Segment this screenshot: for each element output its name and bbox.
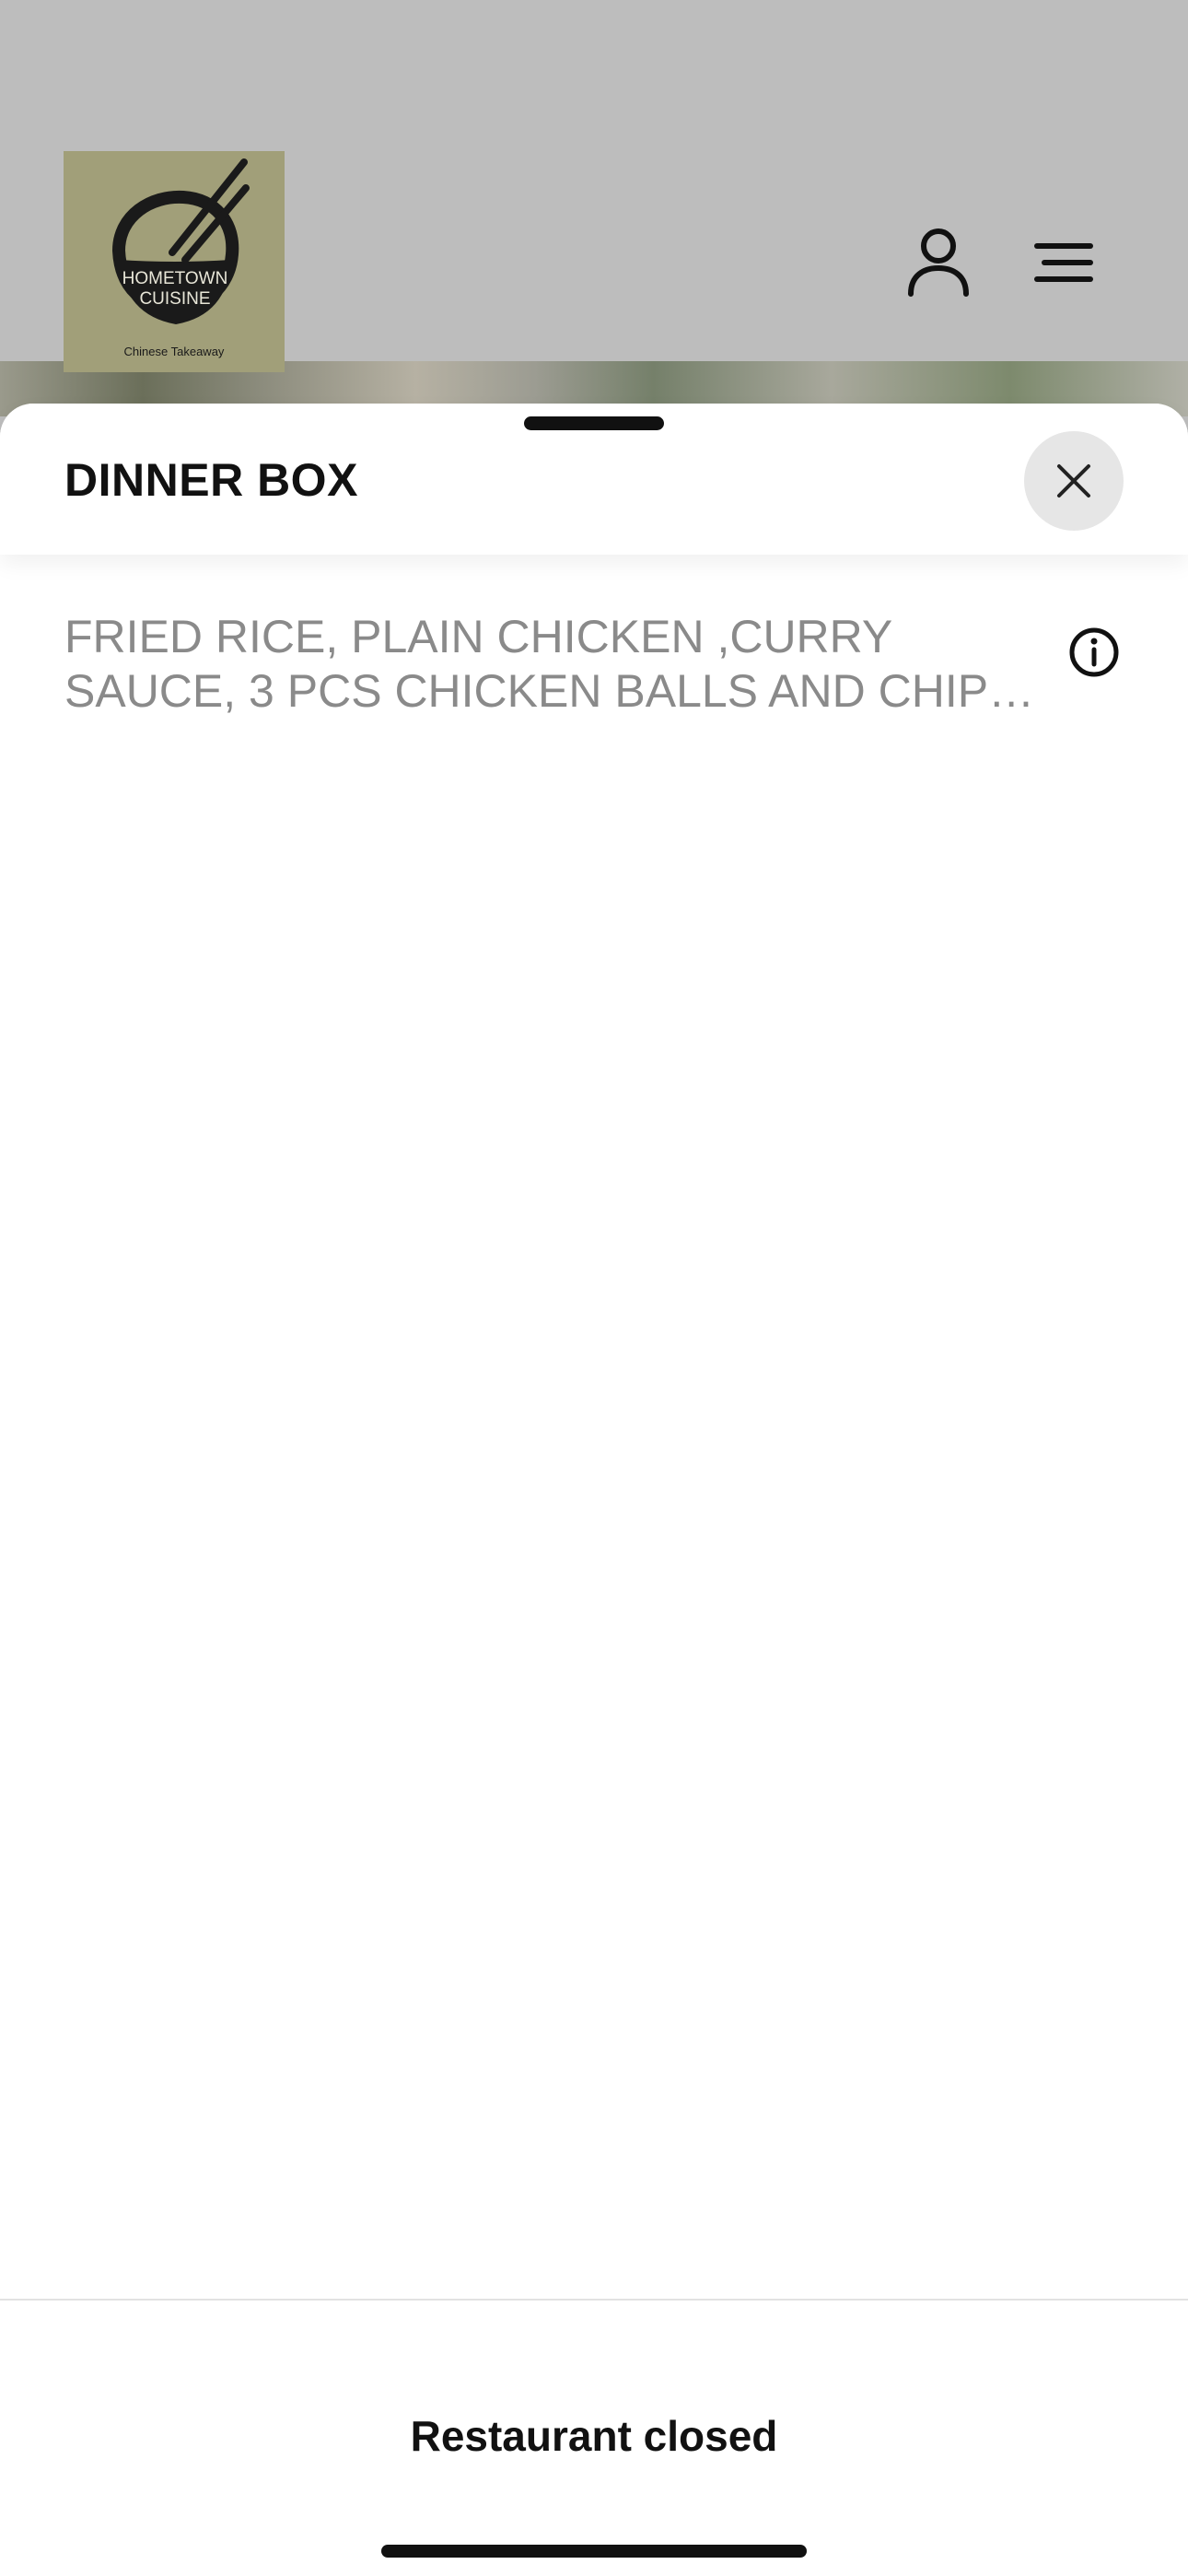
restaurant-logo[interactable]: HOMETOWN CUISINE Chinese Takeaway bbox=[64, 151, 285, 372]
logo-brand-line2: CUISINE bbox=[139, 289, 210, 309]
restaurant-status: Restaurant closed bbox=[410, 2412, 778, 2460]
item-title: DINNER BOX bbox=[64, 454, 358, 506]
logo-brand-line1: HOMETOWN bbox=[122, 269, 228, 288]
close-icon bbox=[1057, 464, 1090, 498]
menu-icon[interactable] bbox=[1022, 221, 1105, 304]
sheet-grabber[interactable] bbox=[524, 416, 664, 430]
logo-tagline: Chinese Takeaway bbox=[124, 345, 225, 358]
close-button[interactable] bbox=[1024, 431, 1124, 531]
item-description-row: FRIED RICE, PLAIN CHICKEN ,CURRY SAUCE, … bbox=[64, 610, 1124, 719]
home-indicator[interactable] bbox=[381, 2545, 807, 2558]
sheet-header: DINNER BOX bbox=[0, 404, 1188, 555]
logo-graphic: HOMETOWN CUISINE Chinese Takeaway bbox=[111, 158, 250, 358]
item-description: FRIED RICE, PLAIN CHICKEN ,CURRY SAUCE, … bbox=[64, 611, 1019, 717]
footer-bar: Restaurant closed bbox=[0, 2299, 1188, 2576]
user-icon[interactable] bbox=[897, 221, 980, 304]
item-detail-sheet: DINNER BOX FRIED RICE, PLAIN CHICKEN ,CU… bbox=[0, 404, 1188, 2576]
info-icon[interactable] bbox=[1066, 625, 1122, 680]
screen: HOMETOWN CUISINE Chinese Takeaway DINNER… bbox=[0, 0, 1188, 2576]
